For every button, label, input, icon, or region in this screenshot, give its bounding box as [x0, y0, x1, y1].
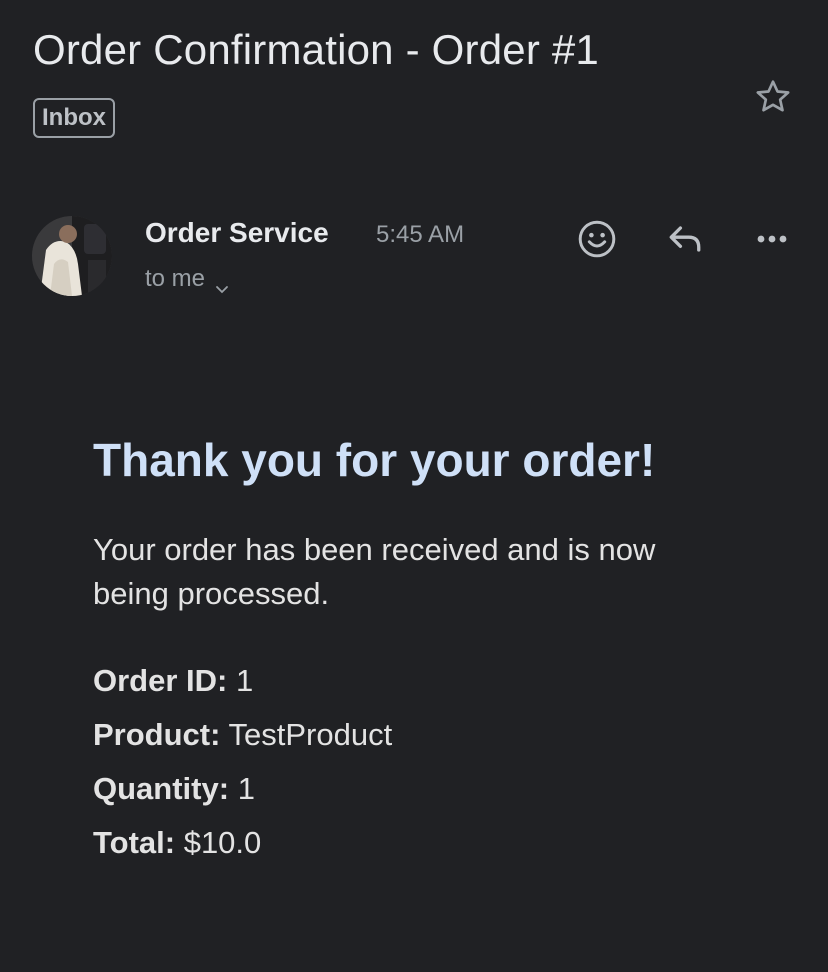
order-details: Order ID: 1 Product: TestProduct Quantit… [93, 654, 713, 870]
detail-value: $10.0 [183, 825, 262, 860]
more-horizontal-icon[interactable] [748, 215, 796, 263]
order-id-row: Order ID: 1 [93, 654, 713, 708]
quantity-row: Quantity: 1 [93, 762, 713, 816]
detail-value: 1 [235, 663, 254, 698]
email-subject: Order Confirmation - Order #1 [33, 26, 599, 73]
email-body: Thank you for your order! Your order has… [93, 430, 713, 870]
body-heading: Thank you for your order! [93, 434, 656, 486]
emoji-reaction-icon[interactable] [573, 215, 621, 263]
detail-label: Product: [93, 717, 221, 752]
sender-name: Order Service [145, 217, 329, 248]
detail-value: TestProduct [228, 717, 393, 752]
product-row: Product: TestProduct [93, 708, 713, 762]
detail-label: Quantity: [93, 771, 230, 806]
body-intro: Your order has been received and is now … [93, 532, 656, 611]
total-row: Total: $10.0 [93, 816, 713, 870]
chevron-down-icon [215, 274, 229, 294]
email-time: 5:45 AM [376, 221, 465, 248]
detail-label: Order ID: [93, 663, 228, 698]
detail-value: 1 [237, 771, 255, 806]
inbox-label-chip[interactable]: Inbox [33, 98, 115, 138]
recipient-toggle[interactable]: to me [145, 265, 229, 294]
star-icon[interactable] [750, 74, 796, 120]
detail-label: Total: [93, 825, 176, 860]
sender-avatar[interactable] [32, 216, 112, 296]
recipient-label: to me [145, 265, 206, 292]
reply-icon[interactable] [661, 215, 709, 263]
